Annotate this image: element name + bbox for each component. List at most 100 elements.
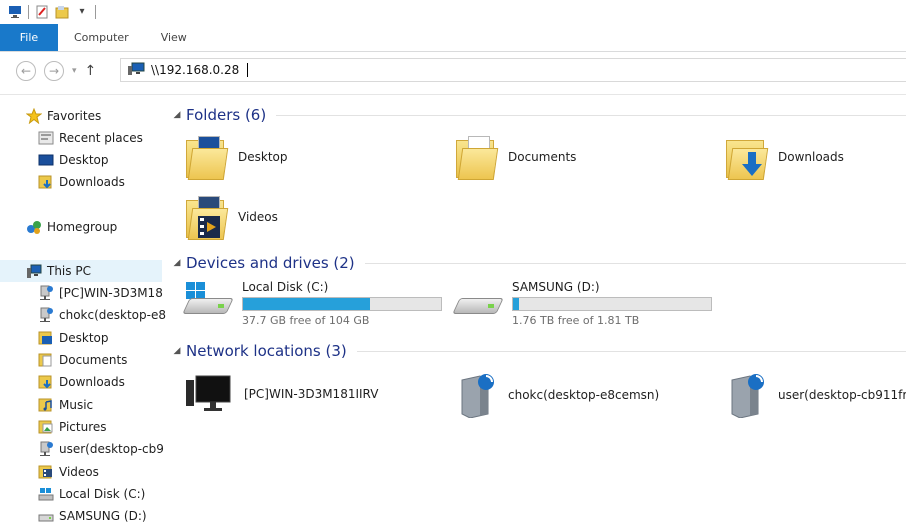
folder-tile-desktop[interactable]: Desktop bbox=[186, 134, 288, 180]
sidebar-item-local-disk[interactable]: Local Disk (C:) bbox=[38, 483, 145, 505]
drive-tile-samsung[interactable]: SAMSUNG (D:) 1.76 TB free of 1.81 TB bbox=[452, 280, 712, 327]
sidebar-item-pc-win[interactable]: [PC]WIN-3D3M18 bbox=[38, 282, 166, 304]
address-path: \\192.168.0.28 bbox=[151, 63, 240, 77]
drive-usage-bar bbox=[242, 297, 442, 311]
folder-icon bbox=[186, 194, 229, 240]
desktop-icon bbox=[38, 152, 54, 168]
navigation-pane: Favorites Recent places Desktop Download… bbox=[0, 100, 168, 526]
folder-label: Downloads bbox=[778, 150, 844, 164]
folder-icon bbox=[186, 134, 229, 180]
drive-tile-local-disk[interactable]: Local Disk (C:) 37.7 GB free of 104 GB bbox=[182, 280, 442, 327]
group-divider bbox=[364, 262, 906, 264]
network-location-label: chokc(desktop-e8cemsn) bbox=[508, 388, 660, 402]
collapse-triangle-icon[interactable]: ◢ bbox=[168, 346, 186, 356]
customize-toolbar-icon[interactable]: ▾ bbox=[75, 5, 89, 19]
local-disk-icon bbox=[182, 282, 234, 318]
server-icon bbox=[458, 372, 496, 419]
tab-computer[interactable]: Computer bbox=[58, 24, 145, 51]
local-disk-icon bbox=[38, 486, 54, 502]
tab-view[interactable]: View bbox=[145, 24, 203, 51]
sidebar-item-label: Recent places bbox=[59, 131, 143, 145]
folder-tile-downloads[interactable]: Downloads bbox=[726, 134, 844, 180]
network-drive-icon bbox=[38, 285, 54, 301]
sidebar-item-label: Desktop bbox=[59, 153, 109, 167]
desktop-folder-icon bbox=[38, 330, 54, 346]
drive-icon bbox=[452, 288, 504, 318]
network-drive-icon bbox=[38, 307, 54, 323]
divider bbox=[0, 94, 906, 95]
sidebar-item-desktop[interactable]: Desktop bbox=[38, 149, 109, 171]
sidebar-item-label: Local Disk (C:) bbox=[59, 487, 146, 501]
folder-tile-videos[interactable]: Videos bbox=[186, 194, 278, 240]
content-pane: ◢ Folders (6) Desktop Documents Download… bbox=[168, 100, 906, 526]
sidebar-item-label: Homegroup bbox=[47, 220, 118, 234]
sidebar-item-downloads-pc[interactable]: Downloads bbox=[38, 371, 125, 393]
network-tile-user[interactable]: user(desktop-cb911fr) bbox=[728, 372, 906, 419]
star-icon bbox=[26, 107, 43, 125]
sidebar-item-label: Music bbox=[59, 398, 94, 412]
drive-label: SAMSUNG (D:) bbox=[512, 280, 600, 294]
monitor-icon bbox=[186, 374, 232, 414]
sidebar-item-pictures[interactable]: Pictures bbox=[38, 416, 107, 438]
sidebar-item-label: chokc(desktop-e8 bbox=[59, 308, 166, 322]
sidebar-item-chokc[interactable]: chokc(desktop-e8 bbox=[38, 304, 166, 326]
folder-icon bbox=[726, 134, 769, 180]
network-pc-icon bbox=[127, 62, 145, 79]
folder-tile-documents[interactable]: Documents bbox=[456, 134, 576, 180]
group-header-folders[interactable]: ◢ Folders (6) bbox=[168, 104, 906, 126]
drive-usage-fill bbox=[513, 298, 519, 310]
sidebar-item-documents[interactable]: Documents bbox=[38, 349, 127, 371]
sidebar-item-label: [PC]WIN-3D3M18 bbox=[59, 286, 163, 300]
sidebar-item-music[interactable]: Music bbox=[38, 394, 93, 416]
address-bar[interactable]: \\192.168.0.28 bbox=[120, 58, 906, 82]
toolbar-separator bbox=[28, 5, 29, 19]
pc-icon bbox=[26, 263, 42, 279]
network-tile-chokc[interactable]: chokc(desktop-e8cemsn) bbox=[458, 372, 660, 419]
downloads-icon bbox=[38, 374, 54, 390]
sidebar-item-label: Favorites bbox=[47, 109, 102, 123]
sidebar-item-label: Videos bbox=[59, 465, 99, 479]
folder-label: Documents bbox=[508, 150, 577, 164]
sidebar-item-samsung[interactable]: SAMSUNG (D:) bbox=[38, 505, 147, 526]
collapse-triangle-icon[interactable]: ◢ bbox=[168, 258, 186, 268]
recent-locations-button[interactable]: ▾ bbox=[72, 66, 77, 76]
new-folder-icon[interactable] bbox=[55, 5, 69, 19]
folder-label: Desktop bbox=[238, 150, 288, 164]
folder-label: Videos bbox=[238, 210, 278, 224]
sidebar-item-label: SAMSUNG (D:) bbox=[59, 509, 147, 523]
group-header-network[interactable]: ◢ Network locations (3) bbox=[168, 340, 906, 362]
group-divider bbox=[276, 114, 906, 116]
drive-free-space: 1.76 TB free of 1.81 TB bbox=[512, 314, 640, 327]
network-tile-pc-win[interactable]: [PC]WIN-3D3M181IIRV bbox=[186, 374, 378, 414]
drive-label: Local Disk (C:) bbox=[242, 280, 329, 294]
quick-access-toolbar: ▾ bbox=[0, 0, 906, 24]
recent-places-icon bbox=[38, 130, 54, 146]
sidebar-item-recent-places[interactable]: Recent places bbox=[38, 127, 143, 149]
tab-file[interactable]: File bbox=[0, 24, 58, 51]
sidebar-item-desktop-pc[interactable]: Desktop bbox=[38, 327, 109, 349]
server-icon bbox=[728, 372, 766, 419]
group-header-drives[interactable]: ◢ Devices and drives (2) bbox=[168, 252, 906, 274]
group-divider bbox=[356, 350, 906, 352]
ribbon-tabs: File Computer View bbox=[0, 24, 906, 52]
sidebar-item-label: Desktop bbox=[59, 331, 109, 345]
properties-icon[interactable] bbox=[35, 5, 49, 19]
pc-icon bbox=[8, 5, 22, 19]
toolbar-separator bbox=[95, 5, 96, 19]
sidebar-item-favorites[interactable]: Favorites bbox=[26, 105, 101, 127]
navigation-bar: ← → ▾ ↑ \\192.168.0.28 bbox=[0, 56, 906, 86]
up-button[interactable]: ↑ bbox=[85, 63, 97, 79]
forward-button[interactable]: → bbox=[44, 61, 64, 81]
sidebar-item-user[interactable]: user(desktop-cb9 bbox=[38, 438, 166, 460]
back-button[interactable]: ← bbox=[16, 61, 36, 81]
network-location-label: [PC]WIN-3D3M181IIRV bbox=[244, 387, 379, 401]
sidebar-item-this-pc[interactable]: This PC bbox=[0, 260, 162, 282]
homegroup-icon bbox=[26, 219, 42, 235]
sidebar-item-videos[interactable]: Videos bbox=[38, 461, 99, 483]
sidebar-item-homegroup[interactable]: Homegroup bbox=[26, 216, 117, 238]
collapse-triangle-icon[interactable]: ◢ bbox=[168, 110, 186, 120]
sidebar-item-label: Documents bbox=[59, 353, 128, 367]
music-icon bbox=[38, 397, 54, 413]
sidebar-item-downloads[interactable]: Downloads bbox=[38, 171, 125, 193]
sidebar-item-label: This PC bbox=[47, 264, 91, 278]
